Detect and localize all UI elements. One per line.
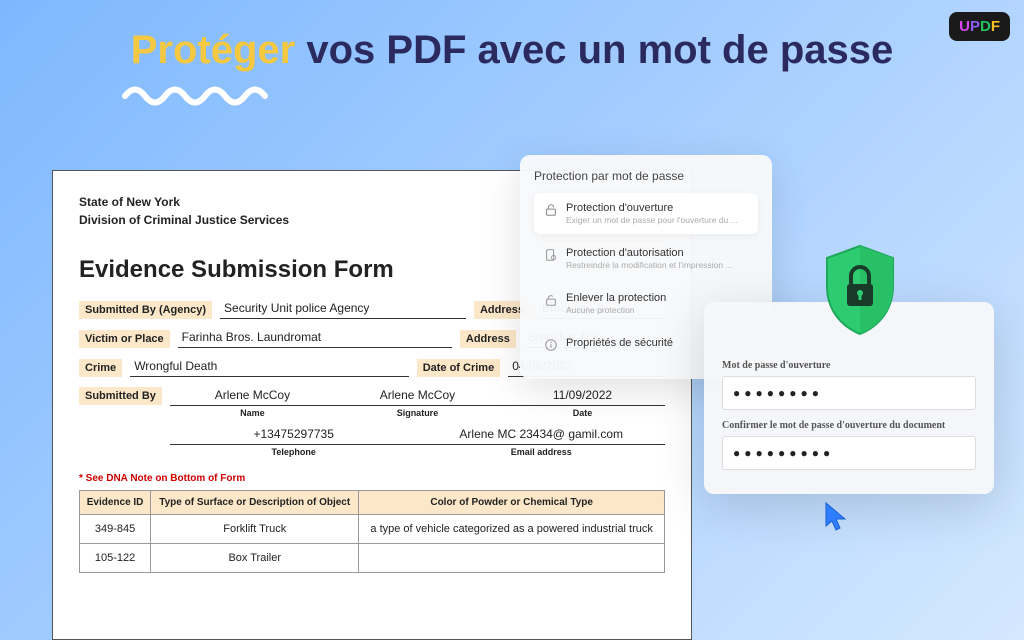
scribble-underline bbox=[120, 78, 280, 108]
label-submitted-by: Submitted By bbox=[79, 387, 162, 405]
open-password-label: Mot de passe d'ouverture bbox=[722, 360, 976, 371]
table-row: 349-845 Forklift Truck a type of vehicle… bbox=[80, 514, 665, 543]
lock-open-icon bbox=[544, 203, 558, 217]
menu-item-sub: Restreindre la modification et l'impress… bbox=[566, 260, 748, 270]
menu-item-permission-protection[interactable]: Protection d'autorisation Restreindre la… bbox=[534, 238, 758, 279]
th-evidence-id: Evidence ID bbox=[80, 490, 151, 514]
field-crime: Wrongful Death bbox=[130, 356, 409, 377]
menu-item-label: Protection d'ouverture bbox=[566, 202, 748, 214]
sublabel-email: Email address bbox=[417, 447, 665, 457]
doc-division: Division of Criminal Justice Services bbox=[79, 213, 289, 227]
label-victim: Victim or Place bbox=[79, 330, 170, 348]
document-lock-icon bbox=[544, 248, 558, 262]
label-address-2: Address bbox=[460, 330, 516, 348]
dna-note: * See DNA Note on Bottom of Form bbox=[79, 473, 665, 484]
menu-item-label: Protection d'autorisation bbox=[566, 247, 748, 259]
doc-state: State of New York bbox=[79, 195, 289, 209]
field-signature: Arlene McCoy bbox=[335, 385, 500, 406]
field-email: Arlene MC 23434@ gamil.com bbox=[417, 424, 665, 445]
field-telephone: +13475297735 bbox=[170, 424, 418, 445]
sublabel-signature: Signature bbox=[335, 408, 500, 418]
sublabel-date: Date bbox=[500, 408, 665, 418]
label-submitted-by-agency: Submitted By (Agency) bbox=[79, 301, 212, 319]
sublabel-name: Name bbox=[170, 408, 335, 418]
evidence-table: Evidence ID Type of Surface or Descripti… bbox=[79, 490, 665, 573]
field-name: Arlene McCoy bbox=[170, 385, 335, 406]
menu-item-sub: Exiger un mot de passe pour l'ouverture … bbox=[566, 215, 748, 225]
open-password-input[interactable]: ●●●●●●●● bbox=[722, 376, 976, 410]
confirm-password-input[interactable]: ●●●●●●●●● bbox=[722, 436, 976, 470]
page-headline: Protéger vos PDF avec un mot de passe bbox=[0, 28, 1024, 73]
table-row: 105-122 Box Trailer bbox=[80, 543, 665, 572]
th-surface: Type of Surface or Description of Object bbox=[151, 490, 359, 514]
field-victim: Farinha Bros. Laundromat bbox=[178, 327, 452, 348]
unlock-icon bbox=[544, 293, 558, 307]
label-date-of-crime: Date of Crime bbox=[417, 359, 501, 377]
shield-lock-icon bbox=[817, 242, 903, 343]
sublabel-telephone: Telephone bbox=[170, 447, 418, 457]
info-icon bbox=[544, 338, 558, 352]
cursor-icon bbox=[822, 500, 852, 534]
field-agency: Security Unit police Agency bbox=[220, 298, 466, 319]
th-color: Color of Powder or Chemical Type bbox=[359, 490, 665, 514]
menu-item-open-protection[interactable]: Protection d'ouverture Exiger un mot de … bbox=[534, 193, 758, 234]
password-menu-title: Protection par mot de passe bbox=[534, 169, 758, 183]
field-date: 11/09/2022 bbox=[500, 385, 665, 406]
confirm-password-label: Confirmer le mot de passe d'ouverture du… bbox=[722, 420, 976, 431]
label-crime: Crime bbox=[79, 359, 122, 377]
